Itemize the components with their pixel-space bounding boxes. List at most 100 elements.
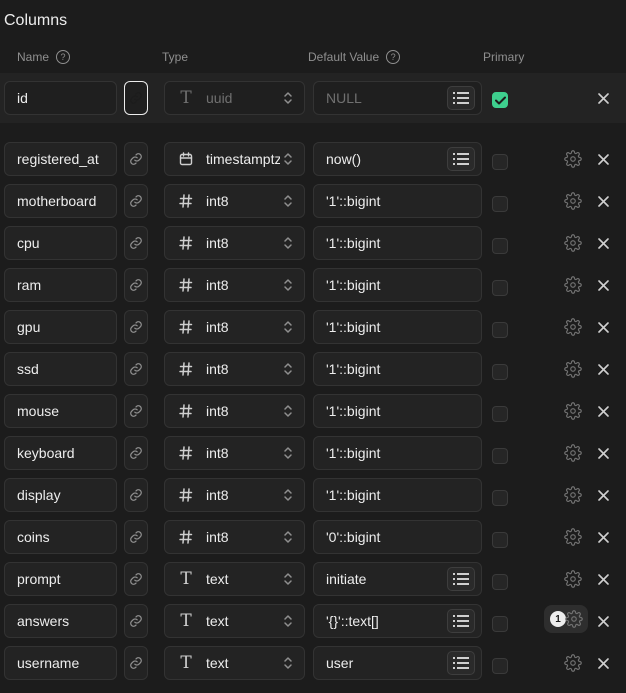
column-name-input[interactable]: display bbox=[4, 478, 117, 512]
column-name-input[interactable]: ram bbox=[4, 268, 117, 302]
primary-checkbox[interactable] bbox=[492, 532, 508, 548]
remove-column-button[interactable] bbox=[594, 191, 612, 211]
default-value-input[interactable]: user bbox=[313, 646, 482, 680]
primary-checkbox[interactable] bbox=[492, 280, 508, 296]
remove-column-button[interactable] bbox=[594, 275, 612, 295]
foreign-key-button[interactable] bbox=[124, 520, 148, 554]
column-type-select[interactable]: Ttext bbox=[164, 604, 305, 638]
suggestions-button[interactable] bbox=[447, 86, 475, 110]
primary-checkbox[interactable] bbox=[492, 658, 508, 674]
foreign-key-button[interactable] bbox=[124, 436, 148, 470]
primary-checkbox[interactable] bbox=[492, 616, 508, 632]
suggestions-button[interactable] bbox=[447, 147, 475, 171]
foreign-key-button[interactable] bbox=[124, 478, 148, 512]
column-name-input[interactable]: registered_at bbox=[4, 142, 117, 176]
foreign-key-button[interactable] bbox=[124, 352, 148, 386]
column-name-input[interactable]: id bbox=[4, 81, 117, 115]
remove-column-button[interactable] bbox=[594, 359, 612, 379]
primary-checkbox[interactable] bbox=[492, 92, 508, 108]
default-value-input[interactable]: '1'::bigint bbox=[313, 310, 482, 344]
foreign-key-button[interactable] bbox=[124, 142, 148, 176]
primary-checkbox[interactable] bbox=[492, 154, 508, 170]
default-value-input[interactable]: '0'::bigint bbox=[313, 520, 482, 554]
foreign-key-button[interactable] bbox=[124, 394, 148, 428]
column-settings-button[interactable] bbox=[563, 275, 583, 295]
column-type-select[interactable]: int8 bbox=[164, 478, 305, 512]
default-value-input[interactable]: NULL bbox=[313, 81, 482, 115]
column-type-select[interactable]: Ttext bbox=[164, 646, 305, 680]
column-settings-button[interactable] bbox=[563, 233, 583, 253]
primary-checkbox[interactable] bbox=[492, 238, 508, 254]
column-name-input[interactable]: username bbox=[4, 646, 117, 680]
remove-column-button[interactable] bbox=[594, 527, 612, 547]
remove-column-button[interactable] bbox=[594, 149, 612, 169]
remove-column-button[interactable] bbox=[594, 569, 612, 589]
foreign-key-button[interactable] bbox=[124, 226, 148, 260]
primary-checkbox[interactable] bbox=[492, 490, 508, 506]
default-value-input[interactable]: now() bbox=[313, 142, 482, 176]
column-settings-button[interactable] bbox=[563, 359, 583, 379]
column-name-input[interactable]: motherboard bbox=[4, 184, 117, 218]
default-value-input[interactable]: initiate bbox=[313, 562, 482, 596]
primary-checkbox[interactable] bbox=[492, 364, 508, 380]
column-settings-button[interactable] bbox=[563, 401, 583, 421]
column-type-select[interactable]: int8 bbox=[164, 268, 305, 302]
default-value-input[interactable]: '1'::bigint bbox=[313, 394, 482, 428]
primary-checkbox[interactable] bbox=[492, 406, 508, 422]
remove-column-button[interactable] bbox=[594, 401, 612, 421]
column-type-select[interactable]: Ttext bbox=[164, 562, 305, 596]
column-type-select[interactable]: int8 bbox=[164, 226, 305, 260]
column-type-select[interactable]: int8 bbox=[164, 352, 305, 386]
default-value-input[interactable]: '1'::bigint bbox=[313, 184, 482, 218]
primary-checkbox[interactable] bbox=[492, 322, 508, 338]
primary-checkbox[interactable] bbox=[492, 196, 508, 212]
remove-column-button[interactable] bbox=[594, 653, 612, 673]
column-settings-button[interactable] bbox=[564, 609, 584, 629]
column-settings-button[interactable] bbox=[563, 569, 583, 589]
column-type-select[interactable]: int8 bbox=[164, 520, 305, 554]
foreign-key-button[interactable] bbox=[124, 184, 148, 218]
remove-column-button[interactable] bbox=[594, 233, 612, 253]
column-type-select[interactable]: int8 bbox=[164, 436, 305, 470]
column-settings-button[interactable] bbox=[563, 443, 583, 463]
primary-checkbox[interactable] bbox=[492, 574, 508, 590]
suggestions-button[interactable] bbox=[447, 651, 475, 675]
foreign-key-button[interactable] bbox=[124, 268, 148, 302]
remove-column-button[interactable] bbox=[594, 88, 612, 108]
column-name-input[interactable]: answers bbox=[4, 604, 117, 638]
default-value-input[interactable]: '1'::bigint bbox=[313, 478, 482, 512]
help-icon[interactable]: ? bbox=[56, 50, 71, 64]
foreign-key-button[interactable] bbox=[124, 646, 148, 680]
remove-column-button[interactable] bbox=[594, 485, 612, 505]
column-settings-button[interactable] bbox=[563, 485, 583, 505]
column-type-select[interactable]: int8 bbox=[164, 394, 305, 428]
default-value-input[interactable]: '1'::bigint bbox=[313, 436, 482, 470]
column-settings-button[interactable] bbox=[563, 149, 583, 169]
column-type-select[interactable]: int8 bbox=[164, 310, 305, 344]
help-icon[interactable]: ? bbox=[386, 50, 401, 64]
foreign-key-button[interactable] bbox=[124, 562, 148, 596]
default-value-input[interactable]: '1'::bigint bbox=[313, 226, 482, 260]
column-settings-button[interactable] bbox=[563, 191, 583, 211]
column-settings-button[interactable] bbox=[563, 317, 583, 337]
column-settings-button[interactable] bbox=[563, 527, 583, 547]
column-type-select[interactable]: T uuid bbox=[164, 81, 305, 115]
default-value-input[interactable]: '{}'::text[] bbox=[313, 604, 482, 638]
remove-column-button[interactable] bbox=[594, 611, 612, 631]
column-name-input[interactable]: coins bbox=[4, 520, 117, 554]
column-name-input[interactable]: ssd bbox=[4, 352, 117, 386]
default-value-input[interactable]: '1'::bigint bbox=[313, 352, 482, 386]
column-name-input[interactable]: prompt bbox=[4, 562, 117, 596]
column-name-input[interactable]: keyboard bbox=[4, 436, 117, 470]
foreign-key-button[interactable] bbox=[124, 81, 148, 115]
primary-checkbox[interactable] bbox=[492, 448, 508, 464]
column-type-select[interactable]: int8 bbox=[164, 184, 305, 218]
foreign-key-button[interactable] bbox=[124, 604, 148, 638]
column-name-input[interactable]: mouse bbox=[4, 394, 117, 428]
remove-column-button[interactable] bbox=[594, 443, 612, 463]
column-name-input[interactable]: gpu bbox=[4, 310, 117, 344]
foreign-key-button[interactable] bbox=[124, 310, 148, 344]
column-type-select[interactable]: timestamptz bbox=[164, 142, 305, 176]
remove-column-button[interactable] bbox=[594, 317, 612, 337]
suggestions-button[interactable] bbox=[447, 609, 475, 633]
